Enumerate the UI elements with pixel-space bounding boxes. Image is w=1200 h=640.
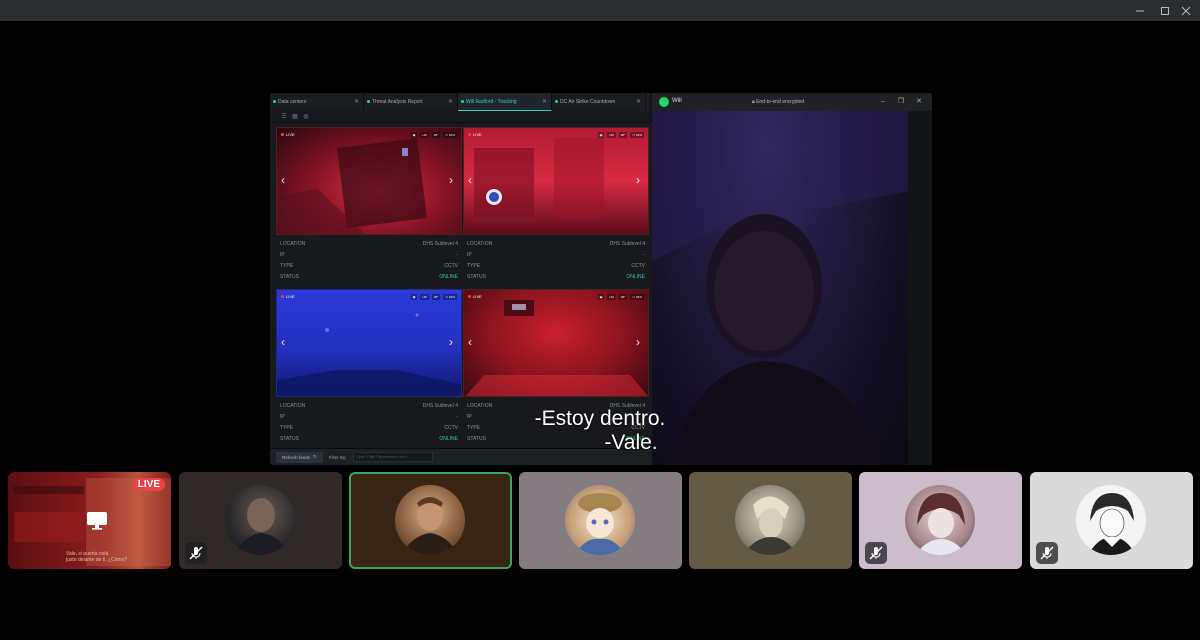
close-tab-icon[interactable]: ✕ xyxy=(448,98,453,105)
camera-toolbar: ☰ ▦ ◍ xyxy=(270,111,650,123)
live-indicator: LIVE xyxy=(468,132,482,137)
avatar xyxy=(1076,485,1146,555)
filter-input[interactable]: Type Filter Parameters Here... xyxy=(352,452,433,462)
refresh-feeds-label: Refresh feeds xyxy=(282,454,311,460)
participant-tile[interactable] xyxy=(859,472,1022,569)
tab-dc-air-strike-countdown[interactable]: DC Air Strike Countdown ✕ xyxy=(552,93,646,111)
camera-stats: ▣ HD 28° ▭ 64% xyxy=(410,294,457,300)
camera-meta: LOCATION DHS Sublevel 4 IP - TYPE CCTV STAT… xyxy=(280,241,458,280)
camera-stats: ▣ HD 28° ▭ 64% xyxy=(597,294,644,300)
minimize-icon[interactable]: – xyxy=(877,96,889,108)
avatar-portrait xyxy=(915,493,967,555)
avatar-portrait xyxy=(401,497,459,555)
tab-will-radford-tracking[interactable]: Will Radford - Tracking ✕ xyxy=(458,93,552,111)
avatar xyxy=(565,485,635,555)
grid-view-icon[interactable]: ▦ xyxy=(291,113,299,121)
avatar-portrait xyxy=(575,493,625,555)
next-camera-icon[interactable]: › xyxy=(449,336,457,348)
tab-label: DC Air Strike Countdown xyxy=(560,99,616,105)
prev-camera-icon[interactable]: ‹ xyxy=(468,174,476,186)
tab-threat-analysis-report[interactable]: Threat Analysis Report ✕ xyxy=(364,93,458,111)
camera-meta: LOCATION DHS Sublevel 4 IP - TYPE CCTV STAT… xyxy=(280,403,458,442)
participant-tile[interactable] xyxy=(519,472,682,569)
camera-stats: ▣ HD 28° ▭ 64% xyxy=(410,132,457,138)
whatsapp-icon xyxy=(659,97,669,107)
camera-scene xyxy=(277,313,461,396)
muted-mic-icon xyxy=(185,542,207,564)
maximize-icon[interactable]: ❐ xyxy=(895,96,907,108)
participant-tile-speaking[interactable] xyxy=(349,472,512,569)
camera-meta: LOCATION DHS Sublevel 4 IP - TYPE CCTV STAT… xyxy=(467,241,645,280)
whatsapp-sidepanel xyxy=(908,111,932,465)
tab-label: Will Radford - Tracking xyxy=(466,98,517,105)
screen-share-icon xyxy=(87,512,107,530)
participant-tile[interactable] xyxy=(689,472,852,569)
prev-camera-icon[interactable]: ‹ xyxy=(281,336,289,348)
avatar xyxy=(905,485,975,555)
avatar xyxy=(225,485,295,555)
camera-scene xyxy=(277,138,427,234)
browser-tabs: Data centers ✕ Threat Analysis Report ✕ … xyxy=(270,93,650,111)
main-stage: Data centers ✕ Threat Analysis Report ✕ … xyxy=(0,21,1200,471)
subtitle-line: -Vale. xyxy=(604,431,658,454)
camera-feed[interactable]: LIVE ▣ HD 28° ▭ 64% ‹ › xyxy=(276,289,462,397)
tab-status-dot xyxy=(555,100,558,103)
next-camera-icon[interactable]: › xyxy=(636,336,644,348)
close-icon[interactable]: ✕ xyxy=(913,96,925,108)
close-tab-icon[interactable]: ✕ xyxy=(542,98,547,105)
muted-mic-icon xyxy=(1036,542,1058,564)
close-tab-icon[interactable]: ✕ xyxy=(354,98,359,105)
list-view-icon[interactable]: ☰ xyxy=(280,113,288,121)
avatar xyxy=(735,485,805,555)
avatar-portrait xyxy=(1088,493,1136,555)
filter-label: Filter By: xyxy=(328,454,347,460)
next-camera-icon[interactable]: › xyxy=(449,174,457,186)
tab-label: Data centers xyxy=(278,99,307,105)
avatar xyxy=(395,485,465,555)
camera-scene xyxy=(465,300,648,396)
tab-status-dot xyxy=(273,100,276,103)
globe-icon[interactable]: ◍ xyxy=(302,113,310,121)
screenshare-tile[interactable]: LIVE Vale, si puerta está justo delante … xyxy=(8,472,171,569)
minimize-icon[interactable] xyxy=(1126,0,1154,21)
live-indicator: LIVE xyxy=(468,294,482,299)
camera-feed[interactable]: LIVE ▣ HD 28° ▭ 64% ‹ › xyxy=(276,127,462,235)
contact-name: Will xyxy=(672,98,682,104)
prev-camera-icon[interactable]: ‹ xyxy=(468,336,476,348)
avatar-portrait xyxy=(233,498,289,555)
whatsapp-titlebar: Will 🔒︎ End-to-end encrypted – ❐ ✕ xyxy=(652,93,932,111)
participant-strip: LIVE Vale, si puerta está justo delante … xyxy=(0,471,1200,640)
live-indicator: LIVE xyxy=(281,294,295,299)
muted-mic-icon xyxy=(865,542,887,564)
participant-tile[interactable] xyxy=(1030,472,1193,569)
live-indicator: LIVE xyxy=(281,132,295,137)
live-badge: LIVE xyxy=(132,478,165,491)
screenshare-caption: Vale, si puerta está justo delante de ti… xyxy=(66,551,128,563)
tab-data-centers[interactable]: Data centers ✕ xyxy=(270,93,364,111)
camera-feed[interactable]: LIVE ▣ HD 28° ▭ 64% ‹ › xyxy=(463,289,649,397)
close-tab-icon[interactable]: ✕ xyxy=(636,98,641,105)
subtitle-line: -Estoy dentro. xyxy=(534,407,666,430)
prev-camera-icon[interactable]: ‹ xyxy=(281,174,289,186)
window-titlebar xyxy=(0,0,1200,21)
tab-status-dot xyxy=(367,100,370,103)
tab-label: Threat Analysis Report xyxy=(372,99,423,105)
tab-status-dot xyxy=(461,100,464,103)
encryption-status: 🔒︎ End-to-end encrypted xyxy=(752,99,805,105)
next-camera-icon[interactable]: › xyxy=(636,174,644,186)
camera-scene xyxy=(474,138,604,218)
avatar-portrait xyxy=(743,496,797,555)
participant-tile[interactable] xyxy=(179,472,342,569)
refresh-feeds-button[interactable]: Refresh feeds ↻ xyxy=(276,451,323,463)
refresh-icon: ↻ xyxy=(313,454,317,459)
subtitles: -Estoy dentro. -Vale. xyxy=(500,407,700,455)
close-icon[interactable] xyxy=(1172,0,1200,21)
camera-stats: ▣ HD 28° ▭ 64% xyxy=(597,132,644,138)
camera-feed[interactable]: LIVE ▣ HD 28° ▭ 64% ‹ › xyxy=(463,127,649,235)
